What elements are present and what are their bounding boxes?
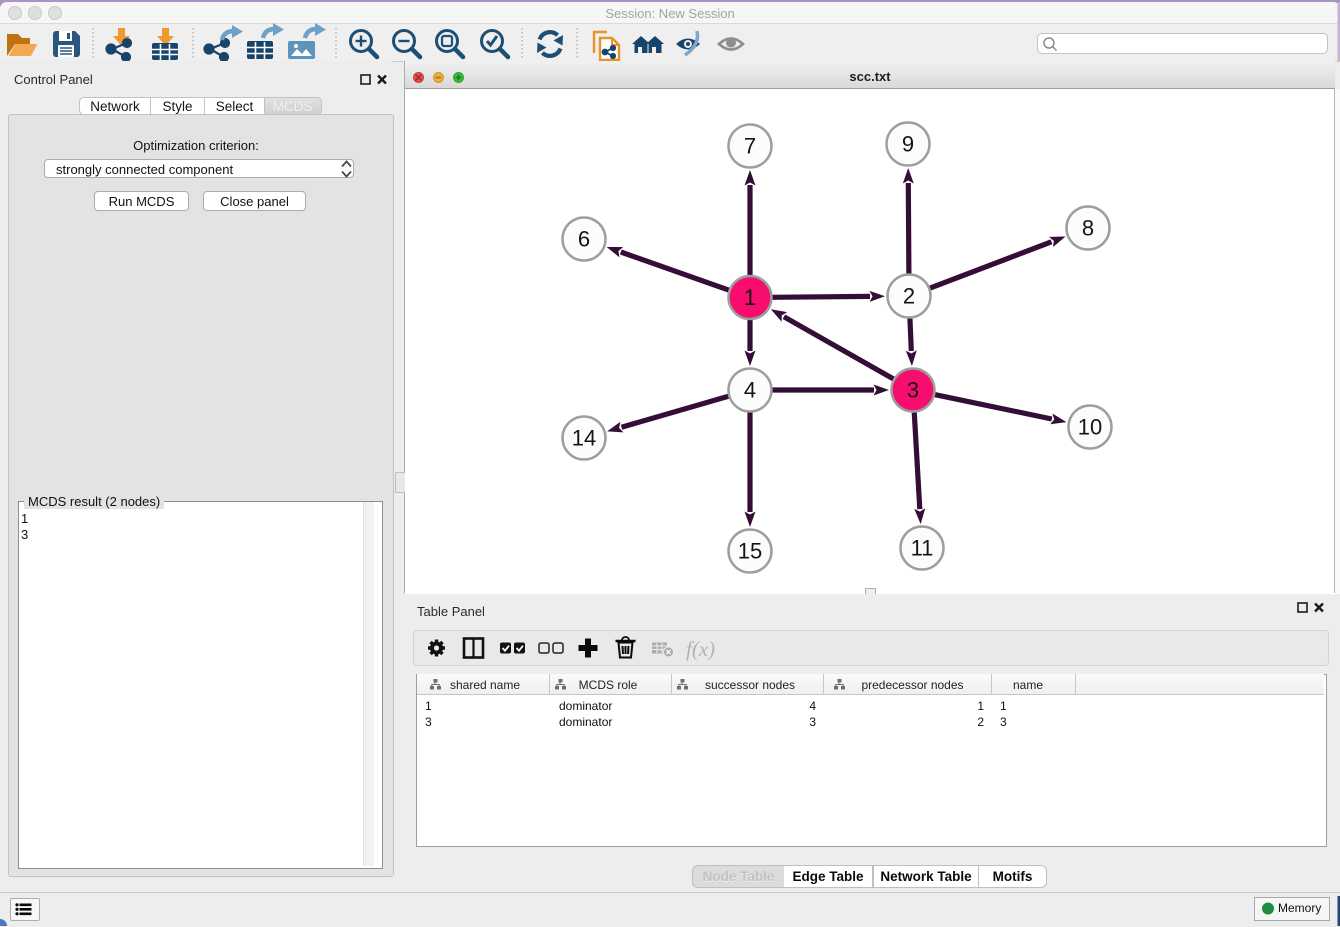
svg-text:f(x): f(x) (686, 637, 715, 661)
